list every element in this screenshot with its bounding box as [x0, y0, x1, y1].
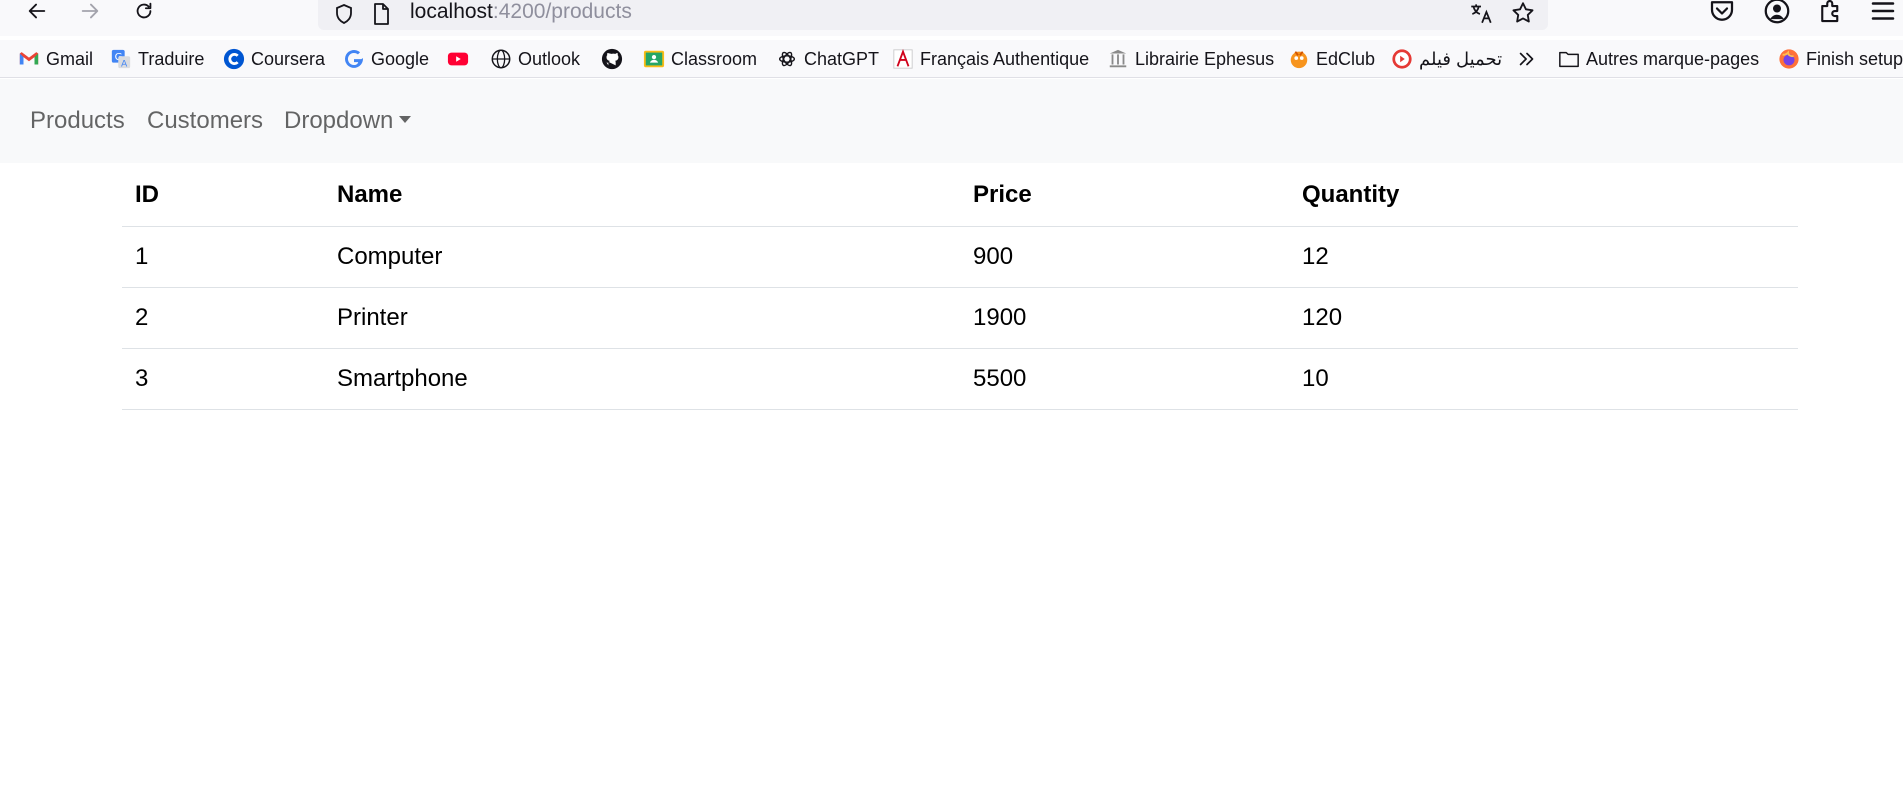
cell-quantity: 120: [1289, 287, 1798, 349]
svg-text:A: A: [121, 58, 128, 69]
folder-icon: [1558, 48, 1580, 70]
bookmark-classroom[interactable]: Classroom: [643, 40, 757, 78]
reload-icon: [136, 2, 152, 19]
pocket-icon[interactable]: [1707, 0, 1737, 26]
nav-dropdown-label: Dropdown: [284, 107, 394, 134]
menu-icon[interactable]: [1868, 0, 1898, 26]
bookmark-traduire[interactable]: GA Traduire: [110, 40, 204, 78]
cell-id: 2: [122, 287, 324, 349]
nav-dropdown-toggle[interactable]: Dropdown: [284, 107, 412, 135]
bookmark-tahmil-film[interactable]: تحميل فيلم: [1391, 40, 1502, 78]
translate-icon[interactable]: [1468, 0, 1494, 26]
bookmark-github[interactable]: [601, 40, 629, 78]
account-icon[interactable]: [1762, 0, 1792, 26]
nav-customers-link[interactable]: Customers: [147, 107, 263, 135]
browser-toolbar: localhost:4200/products: [0, 0, 1903, 36]
classroom-icon: [643, 48, 665, 70]
bookmark-edclub[interactable]: EdClub: [1288, 40, 1375, 78]
extensions-icon[interactable]: [1816, 0, 1846, 26]
caret-down-icon: [399, 116, 412, 123]
bookmark-finish-setup[interactable]: Finish setup: [1778, 40, 1903, 78]
play-icon: [1391, 48, 1413, 70]
cell-quantity: 10: [1289, 348, 1798, 410]
chevron-double-right-icon: [1516, 48, 1538, 70]
gmail-icon: [18, 48, 40, 70]
cell-id: 1: [122, 226, 324, 288]
cell-name: Computer: [324, 226, 960, 288]
reload-button[interactable]: [129, 0, 159, 26]
url-path: :4200/products: [492, 0, 632, 23]
back-button[interactable]: [22, 0, 52, 26]
cell-price: 1900: [960, 287, 1289, 349]
products-table-container: ID Name Price Quantity 1 Computer 900 12…: [122, 165, 1798, 410]
bookmark-star-icon[interactable]: [1510, 0, 1536, 26]
cell-id: 3: [122, 348, 324, 410]
table-row: 2 Printer 1900 120: [122, 287, 1798, 349]
back-arrow-icon: [28, 3, 46, 19]
bookmark-francais-authentique[interactable]: Français Authentique: [892, 40, 1089, 78]
app-navbar: Products Customers Dropdown: [0, 79, 1903, 163]
globe-icon: [490, 48, 512, 70]
ephesus-icon: [1107, 48, 1129, 70]
coursera-icon: [223, 48, 245, 70]
cell-price: 900: [960, 226, 1289, 288]
url-text[interactable]: localhost:4200/products: [410, 0, 632, 24]
bookmark-outlook[interactable]: Outlook: [490, 40, 580, 78]
forward-button[interactable]: [75, 0, 105, 26]
bookmark-librairie-ephesus[interactable]: Librairie Ephesus: [1107, 40, 1274, 78]
bookmarks-overflow-button[interactable]: [1516, 40, 1544, 78]
bookmarks-bar: Gmail GA Traduire Coursera Google Outloo…: [0, 40, 1903, 78]
bookmark-google[interactable]: Google: [343, 40, 429, 78]
nav-products-link[interactable]: Products: [30, 107, 125, 135]
bookmark-gmail[interactable]: Gmail: [18, 40, 93, 78]
edclub-icon: [1288, 48, 1310, 70]
chatgpt-icon: [776, 48, 798, 70]
youtube-icon: [447, 48, 469, 70]
francais-authentique-icon: [892, 48, 914, 70]
header-price: Price: [960, 165, 1289, 227]
github-icon: [601, 48, 623, 70]
cell-name: Printer: [324, 287, 960, 349]
bookmark-chatgpt[interactable]: ChatGPT: [776, 40, 879, 78]
bookmark-youtube[interactable]: [447, 40, 475, 78]
header-id: ID: [122, 165, 324, 227]
header-name: Name: [324, 165, 960, 227]
cell-price: 5500: [960, 348, 1289, 410]
google-icon: [343, 48, 365, 70]
url-bar[interactable]: localhost:4200/products: [318, 0, 1548, 30]
page-icon[interactable]: [370, 2, 392, 26]
table-row: 1 Computer 900 12: [122, 226, 1798, 288]
url-host: localhost: [410, 0, 493, 23]
cell-name: Smartphone: [324, 348, 960, 410]
bookmark-coursera[interactable]: Coursera: [223, 40, 325, 78]
firefox-icon: [1778, 48, 1800, 70]
table-row: 3 Smartphone 5500 10: [122, 348, 1798, 410]
cell-quantity: 12: [1289, 226, 1798, 288]
forward-arrow-icon: [81, 3, 99, 19]
bookmark-autres-marque-pages[interactable]: Autres marque-pages: [1558, 40, 1759, 78]
shield-icon[interactable]: [332, 2, 356, 26]
translate-icon: GA: [110, 48, 132, 70]
table-header-row: ID Name Price Quantity: [122, 165, 1798, 227]
products-table: ID Name Price Quantity 1 Computer 900 12…: [122, 165, 1798, 410]
header-quantity: Quantity: [1289, 165, 1798, 227]
